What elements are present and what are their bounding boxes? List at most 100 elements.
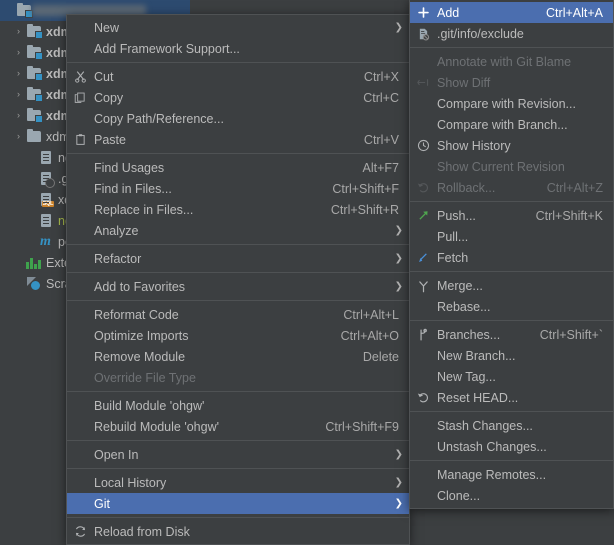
fetch-icon: [417, 251, 430, 264]
menu-item-git[interactable]: Git ❯: [67, 493, 409, 514]
menu-item-clone[interactable]: Clone...: [410, 485, 613, 506]
menu-item-label: Paste: [94, 132, 126, 147]
scissors-icon: [74, 70, 87, 83]
menu-item-shortcut: Delete: [362, 349, 399, 364]
menu-item-icon-slot: [412, 391, 434, 404]
menu-separator: [410, 411, 613, 412]
folder-icon: [25, 128, 42, 142]
menu-item-fetch[interactable]: Fetch: [410, 247, 613, 268]
menu-separator: [410, 271, 613, 272]
menu-item-find-usages[interactable]: Find Usages Alt+F7: [67, 157, 409, 178]
menu-item-pull[interactable]: Pull...: [410, 226, 613, 247]
menu-item-stash-changes[interactable]: Stash Changes...: [410, 415, 613, 436]
menu-item-git-info-exclude[interactable]: .git/info/exclude: [410, 23, 613, 44]
menu-item-label: Fetch: [437, 250, 469, 265]
chevron-right-icon[interactable]: ›: [12, 27, 25, 36]
chevron-right-icon: ❯: [394, 497, 403, 509]
menu-separator: [67, 391, 409, 392]
menu-item-label: Refactor: [94, 251, 142, 266]
menu-item-label: New Tag...: [437, 369, 496, 384]
menu-item-reset-head[interactable]: Reset HEAD...: [410, 387, 613, 408]
menu-item-icon-slot: [412, 139, 434, 152]
menu-item-add-framework-support[interactable]: Add Framework Support...: [67, 38, 409, 59]
chevron-right-icon[interactable]: ›: [12, 132, 25, 141]
menu-item-label: Rollback...: [437, 180, 496, 195]
menu-item-show-history[interactable]: Show History: [410, 135, 613, 156]
menu-item-branches[interactable]: Branches... Ctrl+Shift+`: [410, 324, 613, 345]
menu-item-compare-with-revision[interactable]: Compare with Revision...: [410, 93, 613, 114]
menu-item-paste[interactable]: Paste Ctrl+V: [67, 129, 409, 150]
menu-item-label: Show History: [437, 138, 511, 153]
menu-item-optimize-imports[interactable]: Optimize Imports Ctrl+Alt+O: [67, 325, 409, 346]
menu-item-find-in-files[interactable]: Find in Files... Ctrl+Shift+F: [67, 178, 409, 199]
menu-item-remove-module[interactable]: Remove Module Delete: [67, 346, 409, 367]
menu-item-reformat-code[interactable]: Reformat Code Ctrl+Alt+L: [67, 304, 409, 325]
menu-item-label: Show Current Revision: [437, 159, 565, 174]
menu-item-manage-remotes[interactable]: Manage Remotes...: [410, 464, 613, 485]
menu-item-label: Find in Files...: [94, 181, 172, 196]
merge-icon: [417, 279, 430, 293]
menu-item-icon-slot: [412, 251, 434, 264]
menu-item-label: .git/info/exclude: [437, 26, 524, 41]
menu-item-icon-slot: [412, 6, 434, 19]
module-folder-icon: [25, 65, 43, 81]
menu-item-label: Annotate with Git Blame: [437, 54, 572, 69]
module-folder-icon: [25, 86, 43, 102]
menu-item-unstash-changes[interactable]: Unstash Changes...: [410, 436, 613, 457]
menu-item-analyze[interactable]: Analyze ❯: [67, 220, 409, 241]
refresh-icon: [74, 525, 87, 538]
git-submenu[interactable]: Add Ctrl+Alt+A .git/info/exclude Annotate w…: [409, 0, 614, 509]
file-ignored-icon: [417, 27, 430, 41]
menu-item-shortcut: Ctrl+C: [363, 90, 399, 105]
menu-item-annotate-with-git-blame: Annotate with Git Blame: [410, 51, 613, 72]
menu-item-refactor[interactable]: Refactor ❯: [67, 248, 409, 269]
chevron-right-icon[interactable]: ›: [12, 90, 25, 99]
module-folder-icon: [25, 23, 43, 39]
menu-item-shortcut: Ctrl+Alt+Z: [546, 180, 603, 195]
menu-item-open-in[interactable]: Open In ❯: [67, 444, 409, 465]
menu-separator: [67, 517, 409, 518]
menu-item-label: Unstash Changes...: [437, 439, 547, 454]
menu-separator: [410, 320, 613, 321]
chevron-right-icon[interactable]: ›: [12, 48, 25, 57]
menu-item-local-history[interactable]: Local History ❯: [67, 472, 409, 493]
menu-item-push[interactable]: Push... Ctrl+Shift+K: [410, 205, 613, 226]
branch-icon: [417, 328, 430, 342]
menu-item-label: Reload from Disk: [94, 524, 190, 539]
menu-item-label: Remove Module: [94, 349, 186, 364]
menu-item-build-module-ohgw[interactable]: Build Module 'ohgw': [67, 395, 409, 416]
menu-item-rebuild-module-ohgw[interactable]: Rebuild Module 'ohgw' Ctrl+Shift+F9: [67, 416, 409, 437]
menu-item-rebase[interactable]: Rebase...: [410, 296, 613, 317]
menu-item-new-branch[interactable]: New Branch...: [410, 345, 613, 366]
project-context-menu[interactable]: New ❯ Add Framework Support... Cut Ctrl+X Cop…: [66, 14, 410, 545]
menu-item-shortcut: Ctrl+Shift+`: [539, 327, 603, 342]
menu-item-copy[interactable]: Copy Ctrl+C: [67, 87, 409, 108]
menu-item-label: Rebase...: [437, 299, 491, 314]
menu-item-reload-from-disk[interactable]: Reload from Disk: [67, 521, 409, 542]
chevron-right-icon: ❯: [394, 224, 403, 236]
menu-item-cut[interactable]: Cut Ctrl+X: [67, 66, 409, 87]
menu-item-shortcut: Ctrl+Shift+R: [330, 202, 399, 217]
menu-item-label: Copy Path/Reference...: [94, 111, 224, 126]
menu-item-add[interactable]: Add Ctrl+Alt+A: [410, 2, 613, 23]
menu-item-label: Optimize Imports: [94, 328, 189, 343]
menu-item-show-current-revision: Show Current Revision: [410, 156, 613, 177]
undo-icon: [417, 181, 430, 194]
menu-item-new[interactable]: New ❯: [67, 17, 409, 38]
menu-item-add-to-favorites[interactable]: Add to Favorites ❯: [67, 276, 409, 297]
menu-item-replace-in-files[interactable]: Replace in Files... Ctrl+Shift+R: [67, 199, 409, 220]
menu-item-label: Rebuild Module 'ohgw': [94, 419, 219, 434]
menu-item-icon-slot: [69, 133, 91, 146]
menu-item-label: Manage Remotes...: [437, 467, 547, 482]
menu-item-label: Local History: [94, 475, 167, 490]
menu-item-label: Stash Changes...: [437, 418, 533, 433]
menu-item-compare-with-branch[interactable]: Compare with Branch...: [410, 114, 613, 135]
menu-item-icon-slot: [412, 328, 434, 342]
chevron-right-icon[interactable]: ›: [12, 69, 25, 78]
menu-item-new-tag[interactable]: New Tag...: [410, 366, 613, 387]
menu-item-merge[interactable]: Merge...: [410, 275, 613, 296]
menu-item-label: Reformat Code: [94, 307, 179, 322]
menu-item-copy-path-reference[interactable]: Copy Path/Reference...: [67, 108, 409, 129]
chevron-right-icon[interactable]: ›: [12, 111, 25, 120]
menu-item-label: Add Framework Support...: [94, 41, 240, 56]
